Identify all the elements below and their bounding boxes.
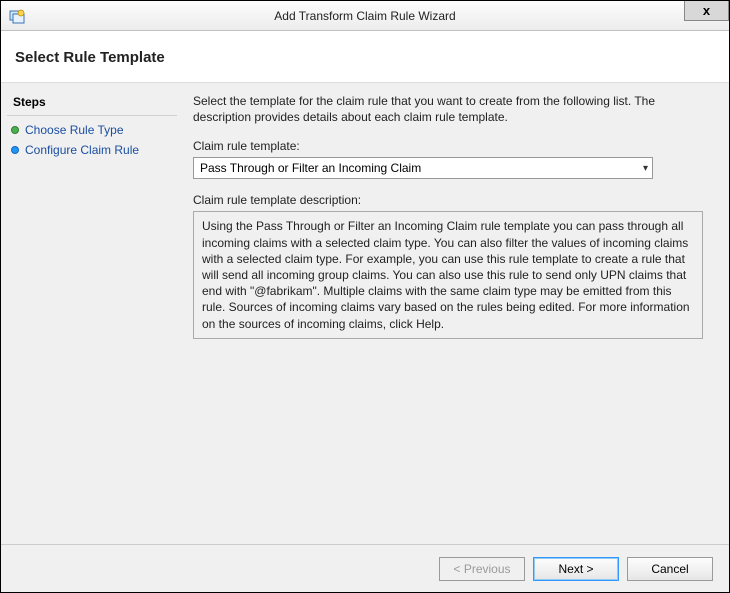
window-title: Add Transform Claim Rule Wizard [274,9,455,23]
step-bullet-icon [11,126,19,134]
app-icon [9,8,25,24]
cancel-button[interactable]: Cancel [627,557,713,581]
claim-rule-template-select[interactable]: Pass Through or Filter an Incoming Claim… [193,157,653,179]
cancel-label: Cancel [651,562,688,576]
instruction-text: Select the template for the claim rule t… [193,93,709,125]
previous-button: < Previous [439,557,525,581]
wizard-window: Add Transform Claim Rule Wizard x Select… [1,1,729,592]
step-bullet-icon [11,146,19,154]
next-button[interactable]: Next > [533,557,619,581]
description-label: Claim rule template description: [193,193,709,207]
template-label: Claim rule template: [193,139,709,153]
body: Steps Choose Rule Type Configure Claim R… [1,83,729,544]
next-label: Next > [558,562,593,576]
template-description: Using the Pass Through or Filter an Inco… [193,211,703,338]
footer: < Previous Next > Cancel [1,544,729,592]
page-header: Select Rule Template [1,31,729,83]
steps-heading: Steps [7,91,177,116]
step-configure-claim-rule[interactable]: Configure Claim Rule [7,140,177,160]
template-selected-value: Pass Through or Filter an Incoming Claim [200,161,421,175]
steps-panel: Steps Choose Rule Type Configure Claim R… [1,83,183,544]
close-icon: x [703,3,710,18]
previous-label: < Previous [453,562,510,576]
titlebar: Add Transform Claim Rule Wizard x [1,1,729,31]
step-label: Configure Claim Rule [25,143,139,157]
step-label: Choose Rule Type [25,123,124,137]
chevron-down-icon: ▾ [643,163,648,174]
content-panel: Select the template for the claim rule t… [183,83,729,544]
close-button[interactable]: x [684,1,729,21]
step-choose-rule-type[interactable]: Choose Rule Type [7,120,177,140]
page-title: Select Rule Template [15,49,715,66]
